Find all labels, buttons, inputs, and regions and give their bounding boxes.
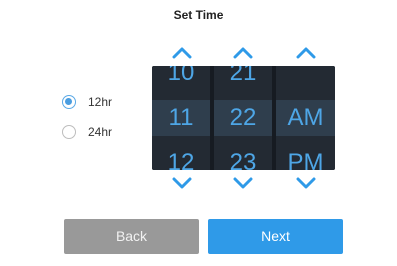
minute-current[interactable]: 22: [214, 103, 272, 133]
time-picker[interactable]: 10 11 12 21 22 23 AM PM: [152, 66, 335, 170]
radio-12hr-label: 12hr: [88, 95, 113, 109]
format-24hr-option[interactable]: 24hr: [62, 125, 112, 139]
period-current[interactable]: AM: [276, 103, 335, 133]
hour-up-chevron-icon[interactable]: [172, 47, 192, 59]
radio-24hr[interactable]: [62, 125, 76, 139]
hour-down-chevron-icon[interactable]: [172, 177, 192, 189]
hour-column[interactable]: 10 11 12: [152, 66, 210, 170]
minute-up-chevron-icon[interactable]: [233, 47, 253, 59]
hour-next[interactable]: 12: [152, 148, 210, 170]
minute-prev[interactable]: 21: [214, 66, 272, 88]
radio-24hr-label: 24hr: [88, 125, 113, 139]
next-button[interactable]: Next: [208, 219, 343, 254]
radio-12hr[interactable]: [62, 95, 76, 109]
period-next[interactable]: PM: [276, 148, 335, 170]
hour-current[interactable]: 11: [152, 103, 210, 133]
back-button[interactable]: Back: [64, 219, 199, 254]
minute-down-chevron-icon[interactable]: [233, 177, 253, 189]
period-column[interactable]: AM PM: [276, 66, 335, 170]
format-12hr-option[interactable]: 12hr: [62, 95, 112, 109]
minute-next[interactable]: 23: [214, 148, 272, 170]
page-title: Set Time: [173, 8, 224, 22]
hour-prev[interactable]: 10: [152, 66, 210, 88]
minute-column[interactable]: 21 22 23: [214, 66, 272, 170]
period-up-chevron-icon[interactable]: [296, 47, 316, 59]
period-down-chevron-icon[interactable]: [296, 177, 316, 189]
